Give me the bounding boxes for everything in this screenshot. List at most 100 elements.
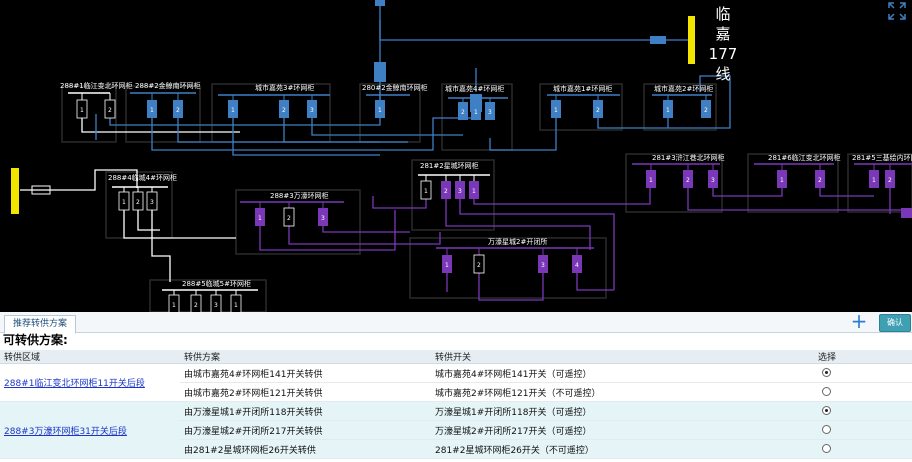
switch-number: 1 <box>424 188 428 195</box>
select-cell <box>814 382 912 402</box>
switch-number: 2 <box>596 107 600 114</box>
select-cell <box>814 420 912 440</box>
switch-number: 1 <box>122 199 126 206</box>
cabinet-label: 城市嘉苑1#环网柜 <box>553 84 612 93</box>
switch-cell: 万濠星城2#开闭所217开关（可遥控） <box>431 420 814 440</box>
feeder-label-char: 线 <box>715 65 731 83</box>
select-radio[interactable] <box>822 425 831 434</box>
breaker <box>650 36 666 44</box>
switch-number: 1 <box>780 177 784 184</box>
switch-number: 3 <box>214 302 218 309</box>
switch-number: 2 <box>444 188 448 195</box>
switch-number: 1 <box>231 107 235 114</box>
select-radio[interactable] <box>822 406 831 415</box>
cabinet-label: 288#2金鲸南环网柜 <box>135 81 201 90</box>
switch-number: 3 <box>458 188 462 195</box>
switch-cell: 城市嘉苑2#环网柜121开关（不可遥控） <box>431 382 814 402</box>
switch-number: 1 <box>234 302 238 309</box>
switch-number: 3 <box>711 177 715 184</box>
switch-number: 1 <box>172 302 176 309</box>
select-radio[interactable] <box>822 368 831 377</box>
plan-cell: 由城市嘉苑2#环网柜121开关转供 <box>180 382 431 402</box>
cabinet-label: 288#4临城4#环网柜 <box>108 173 177 182</box>
cabinet-label: 280#2金鲸南环网柜 <box>362 83 428 92</box>
switch-number: 3 <box>488 109 492 116</box>
switch-number: 2 <box>136 199 140 206</box>
switch-number: 3 <box>541 262 545 269</box>
add-button[interactable]: + <box>850 311 868 331</box>
feeder-line <box>288 224 441 245</box>
feeder-line <box>473 186 651 205</box>
table-header-row: 转供区域 转供方案 转供开关 选择 <box>0 350 912 364</box>
table-row: 288#3万濠环网柜31开关后段 由万濠星城1#开闭所118开关转供 万濠星城1… <box>0 401 912 459</box>
select-cell <box>814 363 912 383</box>
tab-bar: 推荐转供方案 + 确认 <box>0 311 912 334</box>
select-radio[interactable] <box>822 444 831 453</box>
switch-number: 2 <box>818 177 822 184</box>
switch-number: 2 <box>461 109 465 116</box>
switch-number: 1 <box>80 107 84 114</box>
select-cell <box>814 401 912 421</box>
plan-cell: 由万濠星城2#开闭所217开关转供 <box>180 420 431 440</box>
column-header: 转供方案 <box>180 350 431 364</box>
switch-number: 2 <box>282 107 286 114</box>
switch-number: 3 <box>321 215 325 222</box>
plan-cell: 由城市嘉苑4#环网柜141开关转供 <box>180 363 431 383</box>
feeder-line <box>489 114 557 151</box>
cabinet-label: 城市嘉苑4#环网柜 <box>445 84 504 93</box>
power-source-bar <box>11 168 19 214</box>
switch-number: 1 <box>445 262 449 269</box>
cabinet-frame <box>625 153 723 213</box>
switch-number: 2 <box>477 262 481 269</box>
cabinet-label: 281#5三基绘内环网柜 <box>852 153 912 162</box>
feeder-label-char: 177 <box>708 45 738 63</box>
feeder-line <box>322 224 410 233</box>
cabinet-label: 城市嘉苑2#环网柜 <box>654 84 713 93</box>
cabinet-frame <box>125 85 201 143</box>
switch-number: 1 <box>150 107 154 114</box>
cabinet-label: 281#3浒江巷北环网柜 <box>652 153 725 162</box>
transfer-area-link[interactable]: 288#1临江变北环网柜11开关后段 <box>4 379 145 389</box>
switch-number: 4 <box>575 262 579 269</box>
panel-heading: 可转供方案: <box>3 333 68 347</box>
switch-number: 1 <box>378 107 382 114</box>
feeder-line <box>283 114 380 143</box>
switch-number: 1 <box>872 177 876 184</box>
select-cell <box>814 439 912 459</box>
column-header: 转供开关 <box>431 350 814 364</box>
confirm-button[interactable]: 确认 <box>879 314 911 332</box>
topology-canvas[interactable]: 288#1临江变北环网柜 1 2 288#2金鲸南环网柜 1 2 城市嘉苑3#环网柜 1 2 3 2… <box>0 0 912 312</box>
transfer-area-link[interactable]: 288#3万濠环网柜31开关后段 <box>4 427 127 437</box>
feeder-line-label: 临 嘉 177 线 <box>708 4 738 84</box>
switch-number: 3 <box>310 107 314 114</box>
switch-number: 1 <box>474 109 478 116</box>
switch-number: 1 <box>649 177 653 184</box>
transfer-area-cell: 288#3万濠环网柜31开关后段 <box>0 401 180 459</box>
switch-number: 2 <box>704 107 708 114</box>
transfer-area-cell: 288#1临江变北环网柜11开关后段 <box>0 363 180 402</box>
switch-number: 3 <box>150 199 154 206</box>
feeder-label-char: 临 <box>715 5 731 23</box>
switch-number: 2 <box>194 302 198 309</box>
column-header: 选择 <box>814 350 912 364</box>
plan-cell: 由万濠星城1#开闭所118开关转供 <box>180 401 431 421</box>
select-radio[interactable] <box>822 387 831 396</box>
expand-icon[interactable] <box>886 0 908 22</box>
switch-number: 1 <box>666 107 670 114</box>
switch-number: 1 <box>258 215 262 222</box>
cabinet-label: 288#5临城5#环网柜 <box>182 279 251 288</box>
cabinet-label: 万濠星城2#开闭所 <box>488 237 547 246</box>
plan-cell: 由281#2星城环网柜26开关转供 <box>180 439 431 459</box>
switch-box <box>375 0 385 6</box>
feeder-label-char: 嘉 <box>715 25 731 43</box>
feeder-line <box>372 196 427 209</box>
power-source-bar <box>688 16 695 64</box>
switch-box <box>901 208 912 218</box>
switch-cell: 281#2星城环网柜26开关（不可遥控） <box>431 439 814 459</box>
switch-number: 2 <box>176 107 180 114</box>
feeder-line <box>151 205 171 282</box>
switch-cell: 城市嘉苑4#环网柜141开关（可遥控） <box>431 363 814 383</box>
switch-box <box>374 62 386 82</box>
cabinet-frame <box>359 83 421 143</box>
grid-diagram[interactable]: 288#1临江变北环网柜 1 2 288#2金鲸南环网柜 1 2 城市嘉苑3#环网柜 1 2 3 2… <box>0 0 912 312</box>
